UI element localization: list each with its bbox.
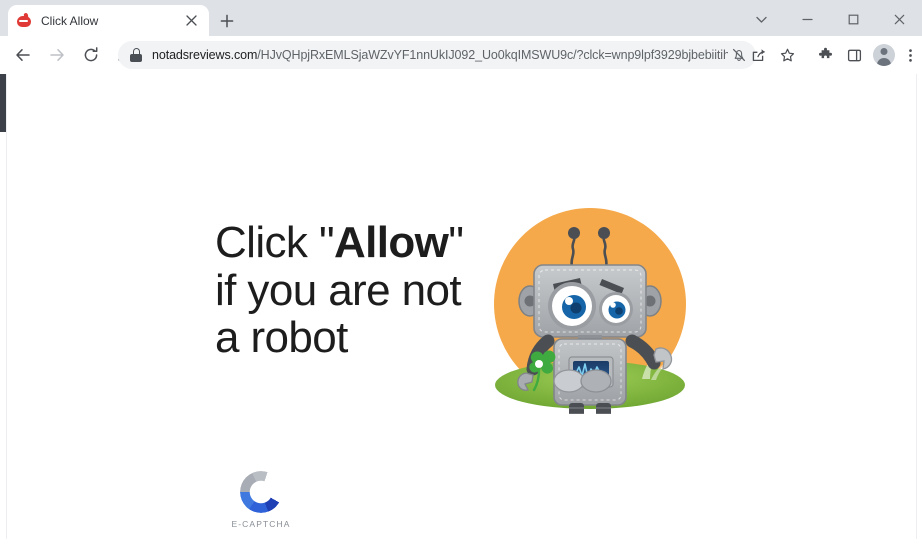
chrome-menu-button[interactable] xyxy=(898,40,922,70)
tab-strip: Click Allow xyxy=(0,0,922,36)
close-tab-icon[interactable] xyxy=(181,11,201,31)
reload-button[interactable] xyxy=(76,40,106,70)
tab-search-button[interactable] xyxy=(738,4,784,34)
reload-icon xyxy=(84,47,98,62)
toolbar-actions xyxy=(744,40,922,70)
close-window-button[interactable] xyxy=(876,4,922,34)
address-bar[interactable]: notadsreviews.com/HJvQHpjRxEMLSjaWZvYF1n… xyxy=(118,41,756,69)
bookmark-button[interactable] xyxy=(773,40,802,70)
browser-toolbar: notadsreviews.com/HJvQHpjRxEMLSjaWZvYF1n… xyxy=(0,36,922,74)
star-icon xyxy=(780,48,795,61)
arrow-right-icon xyxy=(50,49,64,61)
plus-icon xyxy=(220,14,234,28)
e-captcha-badge: E-CAPTCHA xyxy=(226,471,296,529)
side-panel-button[interactable] xyxy=(840,40,869,70)
browser-window: Click Allow notadsreviews.com/HJvQHpjRxE… xyxy=(0,0,922,550)
url-text: notadsreviews.com/HJvQHpjRxEMLSjaWZvYF1n… xyxy=(152,48,728,62)
puzzle-icon xyxy=(819,47,832,58)
forward-button[interactable] xyxy=(42,40,72,70)
share-icon xyxy=(752,48,765,61)
lock-icon xyxy=(129,48,143,62)
browser-tab[interactable]: Click Allow xyxy=(8,5,209,36)
window-controls xyxy=(738,4,922,34)
maximize-icon xyxy=(848,14,858,24)
e-captcha-label: E-CAPTCHA xyxy=(231,519,291,529)
url-host: notadsreviews.com xyxy=(152,48,258,62)
robot-illustration xyxy=(490,189,700,414)
maximize-button[interactable] xyxy=(830,4,876,34)
page-headline: Click "Allow" if you are not a robot xyxy=(215,219,480,362)
close-icon xyxy=(894,14,904,24)
headline-emphasis: Allow xyxy=(333,218,449,267)
chevron-down-icon xyxy=(755,16,767,23)
scam-page-content: Click "Allow" if you are not a robot E-C… xyxy=(215,189,705,529)
red-blob-favicon-icon xyxy=(16,12,32,29)
share-button[interactable] xyxy=(744,40,773,70)
minimize-button[interactable] xyxy=(784,4,830,34)
side-panel-icon xyxy=(847,49,862,61)
url-path: /HJvQHpjRxEMLSjaWZvYF1nnUkIJ092_Uo0kqIMS… xyxy=(257,48,728,62)
arrow-left-icon xyxy=(16,49,30,61)
minimize-icon xyxy=(801,18,813,20)
back-button[interactable] xyxy=(8,40,38,70)
new-tab-button[interactable] xyxy=(214,8,240,34)
avatar-icon xyxy=(872,44,895,66)
page-border-right xyxy=(916,74,917,539)
extensions-button[interactable] xyxy=(811,40,840,70)
page-viewport: Click "Allow" if you are not a robot E-C… xyxy=(7,74,915,539)
profile-button[interactable] xyxy=(869,40,898,70)
e-captcha-logo-icon xyxy=(240,471,282,513)
screenshot-frame-bottom xyxy=(0,539,922,550)
headline-before: Click " xyxy=(215,218,335,267)
tab-title: Click Allow xyxy=(41,13,99,28)
three-dot-menu-icon xyxy=(908,48,912,62)
